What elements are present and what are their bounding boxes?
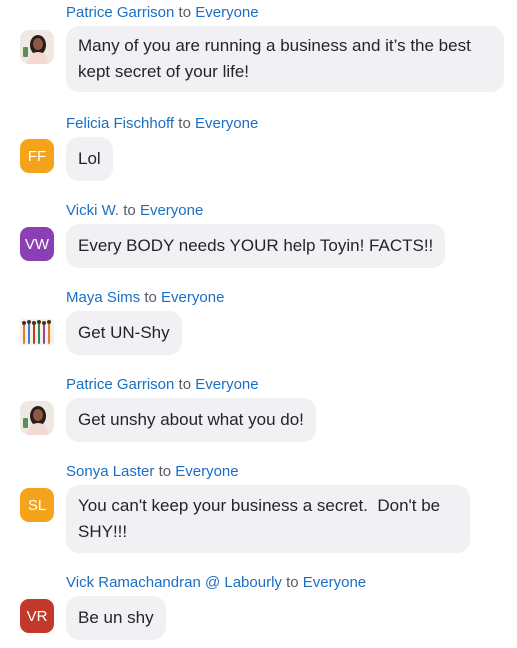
message-bubble: Every BODY needs YOUR help Toyin! FACTS!…	[66, 224, 446, 268]
profile-photo-icon	[20, 30, 54, 64]
message-bubble: Get UN-Shy	[66, 311, 182, 355]
to-label: to	[178, 115, 191, 132]
to-label: to	[158, 463, 172, 480]
avatar[interactable]	[20, 315, 54, 349]
message-text: Get UN-Shy	[78, 323, 170, 342]
chat-message: Vicki W. to Everyone VW Every BODY needs…	[0, 202, 517, 272]
message-text: Every BODY needs YOUR help Toyin! FACTS!…	[78, 236, 434, 255]
recipient-name[interactable]: Everyone	[195, 4, 258, 21]
sender-name[interactable]: Patrice Garrison	[66, 376, 174, 393]
message-bubble: Be un shy	[66, 596, 166, 640]
sender-name[interactable]: Vick Ramachandran @ Labourly	[66, 574, 282, 591]
group-illustration-icon	[20, 315, 54, 349]
avatar[interactable]: VR	[20, 599, 54, 633]
message-text: Many of you are running a business and i…	[78, 36, 471, 81]
message-text: Get unshy about what you do!	[78, 410, 304, 429]
chat-message: Felicia Fischhoff to Everyone FF Lol	[0, 115, 517, 185]
to-label: to	[123, 202, 136, 219]
message-header: Vicki W. to Everyone	[66, 202, 203, 220]
chat-message: Maya Sims to Everyone Get UN-Shy	[0, 289, 517, 359]
message-bubble: Many of you are running a business and i…	[66, 26, 504, 92]
chat-message: Patrice Garrison to Everyone Get unshy a…	[0, 376, 517, 446]
sender-name[interactable]: Patrice Garrison	[66, 4, 174, 21]
chat-message: Vick Ramachandran @ Labourly to Everyone…	[0, 574, 517, 644]
message-bubble: You can't keep your business a secret. D…	[66, 485, 470, 553]
chat-message: Patrice Garrison to Everyone Many of you…	[0, 4, 517, 96]
sender-name[interactable]: Vicki W.	[66, 202, 119, 219]
to-label: to	[178, 4, 192, 21]
avatar[interactable]	[20, 401, 54, 435]
sender-name[interactable]: Felicia Fischhoff	[66, 115, 174, 132]
message-header: Patrice Garrison to Everyone	[66, 376, 259, 394]
to-label: to	[286, 574, 299, 591]
avatar[interactable]: SL	[20, 488, 54, 522]
sender-name[interactable]: Sonya Laster	[66, 463, 154, 480]
message-header: Maya Sims to Everyone	[66, 289, 224, 307]
message-header: Sonya Laster to Everyone	[66, 463, 239, 481]
message-header: Patrice Garrison to Everyone	[66, 4, 259, 22]
avatar-initials: VW	[24, 235, 50, 253]
message-header: Vick Ramachandran @ Labourly to Everyone	[66, 574, 366, 592]
chat-message: Sonya Laster to Everyone SL You can't ke…	[0, 463, 517, 559]
avatar[interactable]: FF	[20, 139, 54, 173]
avatar[interactable]: VW	[20, 227, 54, 261]
avatar[interactable]	[20, 30, 54, 64]
avatar-initials: VR	[26, 607, 48, 625]
message-bubble: Get unshy about what you do!	[66, 398, 316, 442]
recipient-name[interactable]: Everyone	[161, 289, 224, 306]
recipient-name[interactable]: Everyone	[303, 574, 366, 591]
to-label: to	[178, 376, 192, 393]
profile-photo-icon	[20, 401, 54, 435]
message-text: Be un shy	[78, 608, 154, 627]
sender-name[interactable]: Maya Sims	[66, 289, 140, 306]
message-text: Lol	[78, 149, 101, 168]
to-label: to	[144, 289, 157, 306]
message-bubble: Lol	[66, 137, 113, 181]
recipient-name[interactable]: Everyone	[195, 376, 258, 393]
recipient-name[interactable]: Everyone	[195, 115, 258, 132]
avatar-initials: FF	[27, 147, 47, 165]
message-text: You can't keep your business a secret. D…	[78, 496, 445, 541]
recipient-name[interactable]: Everyone	[140, 202, 203, 219]
avatar-initials: SL	[27, 496, 47, 514]
recipient-name[interactable]: Everyone	[175, 463, 238, 480]
message-header: Felicia Fischhoff to Everyone	[66, 115, 258, 133]
